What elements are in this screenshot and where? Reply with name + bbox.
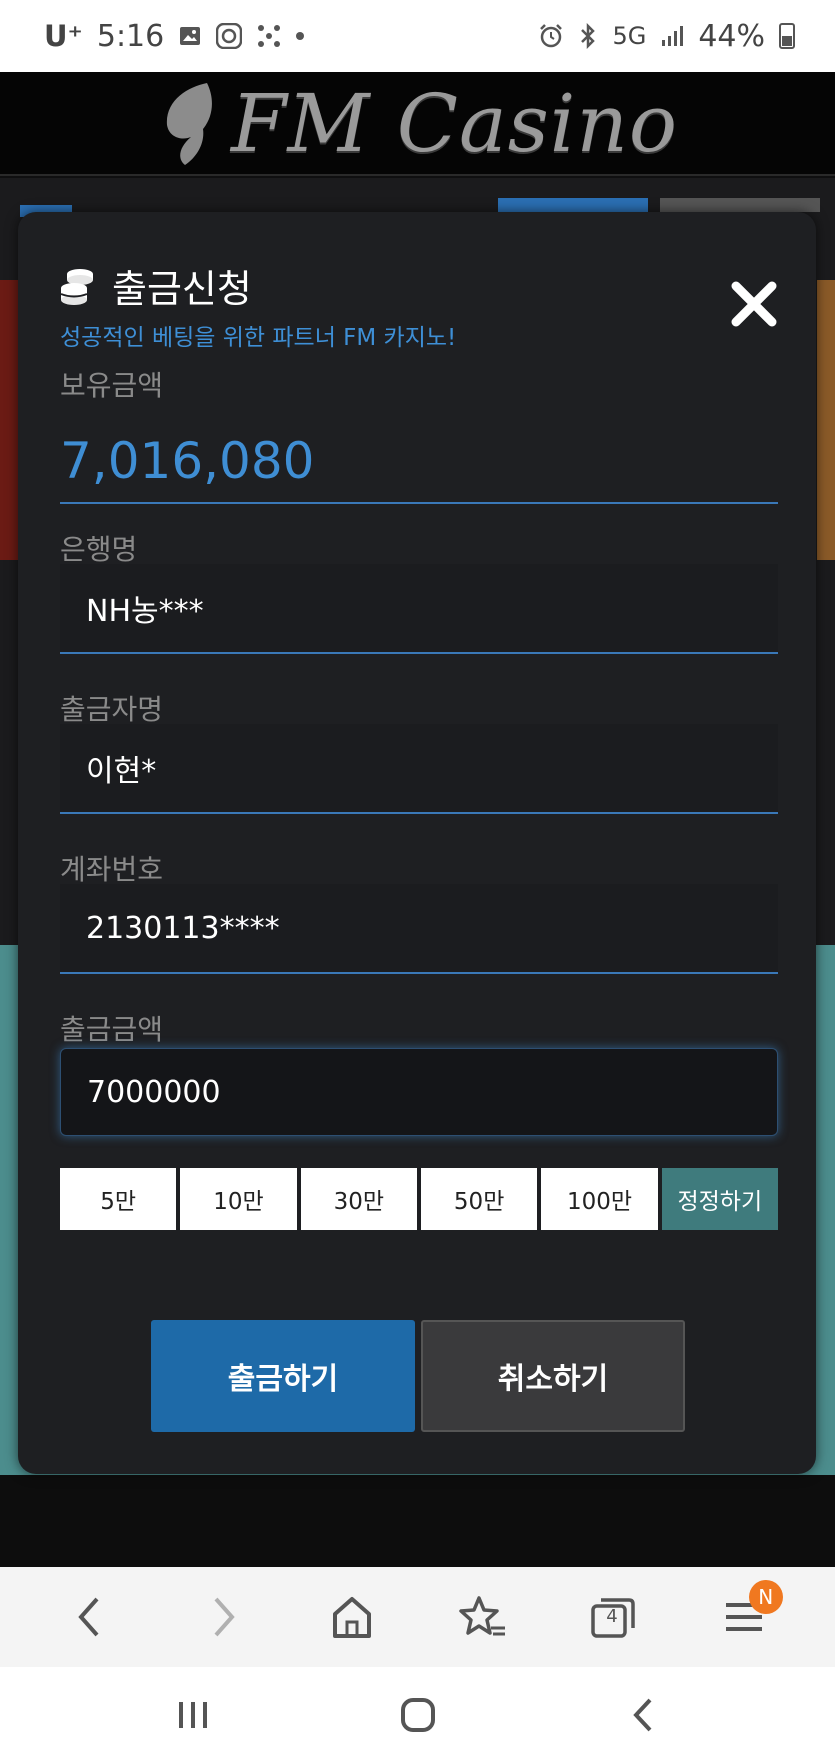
background-banner [0,280,18,560]
status-bar: U⁺ 5:16 5G 44% [0,0,835,72]
signal-icon [660,24,684,48]
butterfly-logo-icon [166,83,212,165]
withdraw-amount-input[interactable] [60,1048,778,1136]
menu-notification-badge: N [748,1580,783,1614]
home-square-icon [400,1698,435,1732]
clock: 5:16 [96,18,165,54]
balance-label: 보유금액 [60,369,164,402]
quick-amount-50man-button[interactable]: 50만 [420,1168,538,1230]
chevron-left-icon [78,1597,99,1637]
balance-underline [60,502,778,504]
recent-apps-icon [178,1702,207,1728]
site-header: FM Casino [0,72,835,176]
notification-dot-icon [296,32,305,40]
quick-amount-row: 5만 10만 30만 50만 100만 정정하기 [60,1168,778,1230]
browser-toolbar: 4 N [0,1567,835,1667]
home-button[interactable] [317,1582,387,1652]
background-tab [498,198,648,212]
battery-icon [779,23,795,49]
bank-field[interactable]: NH농*** [60,564,778,654]
gallery-icon [178,24,202,48]
home-icon [333,1597,372,1638]
holder-label: 출금자명 [60,693,164,726]
bookmarks-button[interactable] [448,1582,518,1652]
5g-label: 5G [612,22,647,50]
amount-label: 출금금액 [60,1013,164,1046]
account-label: 계좌번호 [60,853,164,886]
balance-value: 7,016,080 [60,432,315,490]
coins-icon [60,268,93,305]
tabs-button[interactable]: 4 [578,1582,648,1652]
back-chevron-icon [632,1698,651,1732]
status-left: U⁺ 5:16 [44,18,305,54]
background-footer [0,1475,835,1567]
quick-amount-30man-button[interactable]: 30만 [300,1168,417,1230]
tabs-count: 4 [606,1606,618,1627]
modal-subtitle: 성공적인 베팅을 위한 파트너 FM 카지노! [60,325,457,351]
d-app-icon [216,23,243,49]
bank-label: 은행명 [60,533,138,566]
chevron-right-icon [214,1597,235,1637]
cancel-button[interactable]: 취소하기 [421,1320,685,1432]
holder-field[interactable]: 이현* [60,724,778,814]
modal-title: 출금신청 [112,267,252,311]
quick-amount-5man-button[interactable]: 5만 [60,1168,177,1230]
alarm-icon [538,23,564,49]
quick-amount-100man-button[interactable]: 100만 [541,1168,658,1230]
forward-button[interactable] [187,1582,257,1652]
network-share-icon [256,23,282,49]
background-banner [817,280,835,560]
system-home-button[interactable] [378,1675,458,1755]
star-list-icon [459,1596,505,1636]
menu-button[interactable]: N [709,1580,783,1652]
submit-withdraw-button[interactable]: 출금하기 [151,1320,415,1432]
background-tab [660,198,820,212]
site-logo-text: FM Casino [230,76,679,170]
quick-amount-10man-button[interactable]: 10만 [180,1168,297,1230]
battery-percent: 44% [698,18,765,54]
status-right: 5G 44% [538,19,795,54]
modal-header: 출금신청 [58,258,252,313]
system-navigation-bar [0,1667,835,1763]
bluetooth-icon [578,23,598,49]
withdrawal-modal: 출금신청 성공적인 베팅을 위한 파트너 FM 카지노! 보유금액 7,016,… [18,212,816,1474]
back-button[interactable] [56,1582,126,1652]
account-field[interactable]: 2130113**** [60,884,778,974]
close-icon[interactable] [728,278,780,330]
reset-amount-button[interactable]: 정정하기 [661,1168,778,1230]
system-back-button[interactable] [603,1675,683,1755]
recent-apps-button[interactable] [153,1675,233,1755]
carrier-label: U⁺ [44,19,83,53]
